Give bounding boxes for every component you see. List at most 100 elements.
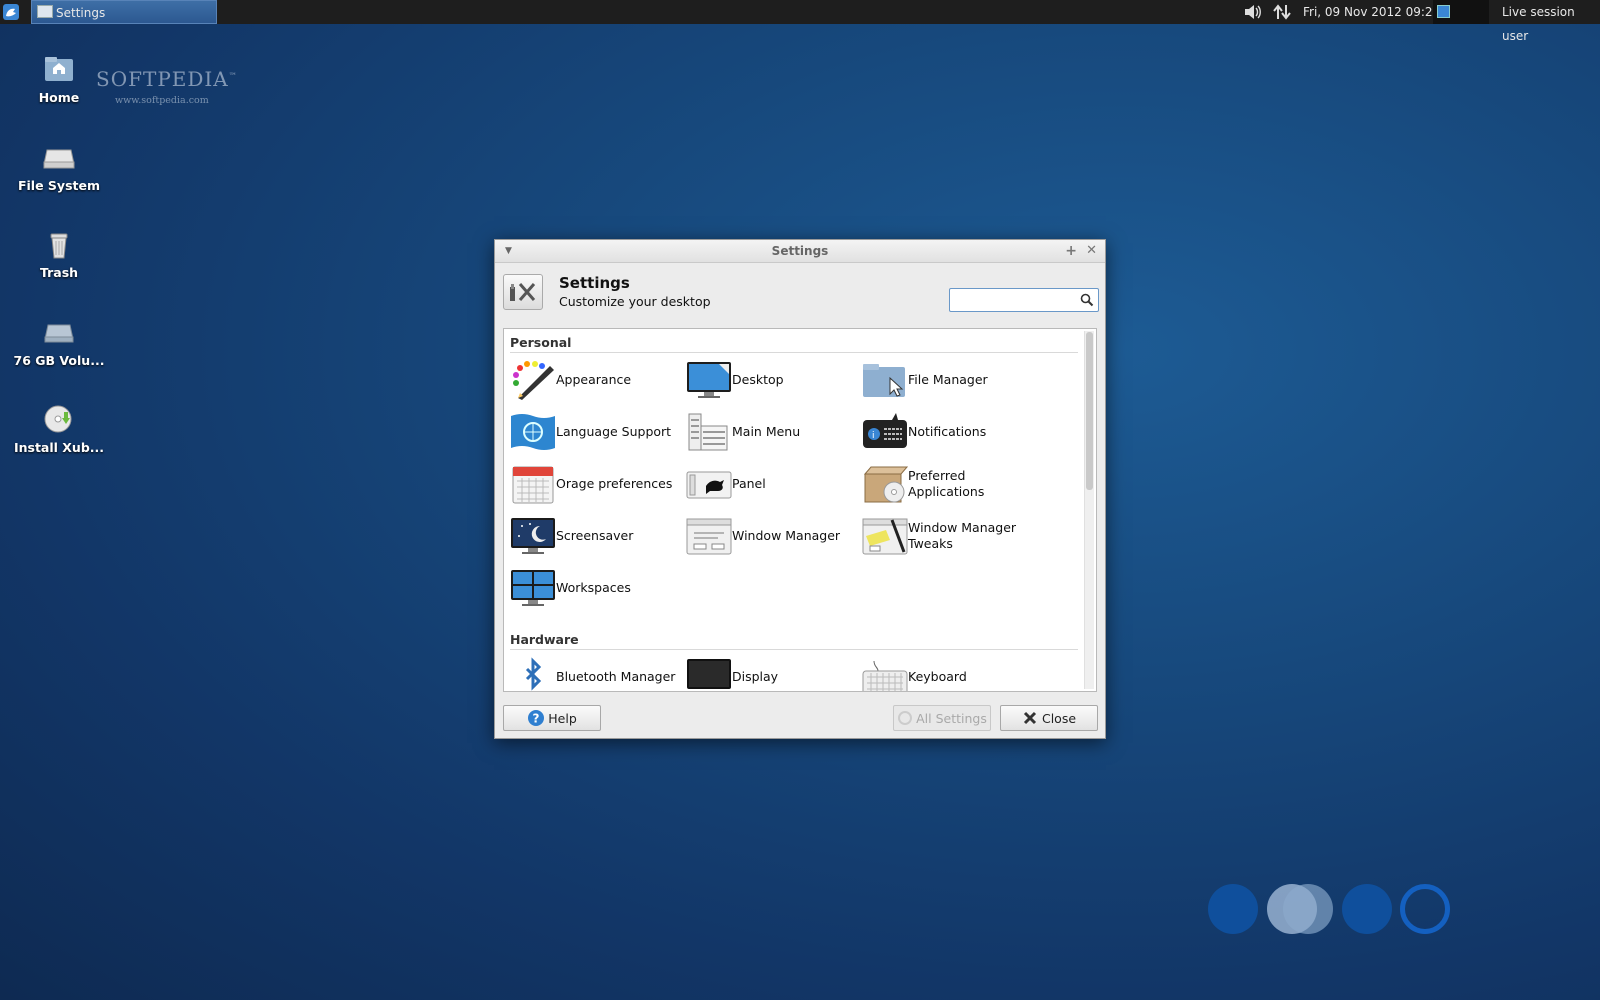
- settings-item-preferred-applications[interactable]: Preferred Applications: [856, 462, 1032, 506]
- settings-item-workspaces[interactable]: Workspaces: [504, 566, 680, 610]
- settings-item-label: File Manager: [908, 372, 988, 387]
- file-manager-icon: [862, 360, 908, 400]
- softpedia-watermark: SOFTPEDIA™: [96, 67, 238, 91]
- language-icon: [510, 412, 556, 452]
- help-icon: ?: [528, 710, 545, 726]
- close-button-label: Close: [1041, 710, 1077, 726]
- settings-item-keyboard[interactable]: Keyboard: [856, 655, 1032, 691]
- close-x-icon: [1023, 711, 1037, 725]
- wallpaper-circle: [1342, 884, 1392, 934]
- settings-item-main-menu[interactable]: Main Menu: [680, 410, 856, 454]
- settings-item-window-manager-tweaks[interactable]: Window Manager Tweaks: [856, 514, 1032, 558]
- help-button-label: Help: [548, 710, 577, 726]
- desktop-icon-volume[interactable]: 76 GB Volu...: [4, 315, 114, 368]
- settings-item-label: Window Manager: [732, 528, 841, 543]
- help-button[interactable]: ? Help: [503, 705, 601, 731]
- softpedia-watermark-text: SOFTPEDIA: [96, 67, 229, 91]
- desktop-icon: [686, 360, 732, 400]
- desktop-icon-label: Home: [38, 90, 80, 105]
- keyboard-icon: [862, 657, 908, 691]
- window-title: Settings: [771, 244, 829, 258]
- close-icon[interactable]: ✕: [1086, 240, 1097, 262]
- desktop-icon-label: File System: [17, 178, 100, 193]
- settings-item-language-support[interactable]: Language Support: [504, 410, 680, 454]
- desktop-icon-label: 76 GB Volu...: [13, 353, 105, 368]
- top-panel: Settings Fri, 09 Nov 2012 09:28 Live ses…: [0, 0, 1600, 43]
- settings-item-label: Keyboard: [908, 669, 967, 684]
- header-title: Settings: [559, 274, 630, 292]
- display-icon: [686, 657, 732, 691]
- settings-item-notifications[interactable]: i Notifications: [856, 410, 1032, 454]
- desktop-icon-label: Install Xub...: [13, 440, 105, 455]
- bluetooth-icon: [510, 657, 556, 691]
- scrollbar[interactable]: [1084, 331, 1094, 689]
- trash-icon: [42, 227, 76, 261]
- desktop-icon-label: Trash: [39, 265, 79, 280]
- appearance-icon: [510, 360, 556, 400]
- category-divider: [510, 352, 1078, 353]
- window-tweaks-icon: [862, 516, 908, 556]
- settings-item-window-manager[interactable]: Window Manager: [680, 514, 856, 558]
- settings-item-label: Main Menu: [732, 424, 801, 439]
- settings-item-display[interactable]: Display: [680, 655, 856, 691]
- settings-item-desktop[interactable]: Desktop: [680, 358, 856, 402]
- window-manager-icon: [686, 516, 732, 556]
- settings-item-label: Orage preferences: [556, 476, 673, 491]
- settings-item-label: Bluetooth Manager: [556, 669, 676, 684]
- window-menu-icon[interactable]: ▼: [505, 240, 512, 262]
- settings-item-label: Screensaver: [556, 528, 634, 543]
- panel-icon: [686, 464, 732, 504]
- session-user[interactable]: Live session user: [1502, 0, 1600, 43]
- search-icon[interactable]: [1080, 293, 1094, 311]
- all-settings-icon: [898, 711, 913, 725]
- softpedia-url: www.softpedia.com: [115, 95, 209, 106]
- app-menu-icon[interactable]: [2, 0, 24, 24]
- clock[interactable]: Fri, 09 Nov 2012 09:28: [1303, 0, 1440, 24]
- network-icon[interactable]: [1272, 0, 1292, 24]
- desktop-icon-file-system[interactable]: File System: [4, 140, 114, 193]
- settings-tools-icon: [503, 274, 543, 310]
- svg-text:?: ?: [533, 712, 540, 726]
- settings-item-screensaver[interactable]: Screensaver: [504, 514, 680, 558]
- category-hardware: Hardware: [510, 632, 579, 647]
- settings-list: Personal Appearance Desktop File Manager: [503, 328, 1097, 692]
- maximize-icon[interactable]: +: [1065, 240, 1077, 262]
- settings-item-orage-preferences[interactable]: Orage preferences: [504, 462, 680, 506]
- desktop-icon-install[interactable]: Install Xub...: [4, 402, 114, 455]
- softpedia-trademark: ™: [228, 71, 238, 81]
- category-personal: Personal: [510, 335, 572, 350]
- search-input[interactable]: [953, 290, 1077, 312]
- header-subtitle: Customize your desktop: [559, 294, 711, 309]
- workspaces-icon: [510, 568, 556, 608]
- workspace-1[interactable]: [1437, 5, 1450, 18]
- settings-item-appearance[interactable]: Appearance: [504, 358, 680, 402]
- settings-item-file-manager[interactable]: File Manager: [856, 358, 1032, 402]
- settings-item-panel[interactable]: Panel: [680, 462, 856, 506]
- all-settings-button[interactable]: All Settings: [893, 705, 991, 731]
- screensaver-icon: [510, 516, 556, 556]
- settings-item-bluetooth-manager[interactable]: Bluetooth Manager: [504, 655, 680, 691]
- volume-drive-icon: [42, 315, 76, 349]
- workspace-switcher[interactable]: [1433, 0, 1489, 24]
- scrollbar-thumb[interactable]: [1086, 332, 1093, 490]
- settings-item-label: Appearance: [556, 372, 632, 387]
- drive-icon: [42, 140, 76, 174]
- preferred-apps-icon: [862, 464, 909, 504]
- settings-window: ▼ Settings + ✕ Settings Customize your d…: [494, 239, 1106, 739]
- wallpaper-circle: [1208, 884, 1258, 934]
- settings-item-label: Desktop: [732, 372, 784, 387]
- settings-item-label: Window Manager Tweaks: [908, 520, 1017, 551]
- wallpaper-circle: [1283, 884, 1333, 934]
- all-settings-button-label: All Settings: [916, 710, 987, 726]
- volume-icon[interactable]: [1243, 0, 1263, 24]
- settings-item-label: Display: [732, 669, 779, 684]
- settings-item-label: Language Support: [556, 424, 672, 439]
- taskbar-label: Settings: [56, 6, 106, 20]
- close-button[interactable]: Close: [1000, 705, 1098, 731]
- category-divider: [510, 649, 1078, 650]
- install-disc-icon: [42, 402, 76, 436]
- desktop-icon-trash[interactable]: Trash: [4, 227, 114, 280]
- search-box[interactable]: [949, 288, 1099, 312]
- window-titlebar[interactable]: ▼ Settings + ✕: [495, 240, 1105, 263]
- taskbar-settings-button[interactable]: Settings: [31, 0, 217, 24]
